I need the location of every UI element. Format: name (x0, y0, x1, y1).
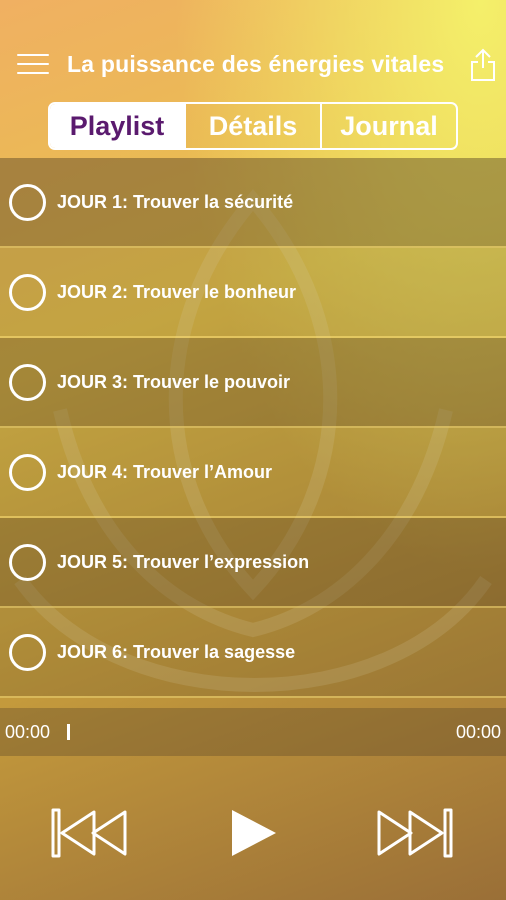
tab-details[interactable]: Détails (184, 104, 320, 148)
play-status-circle-icon (9, 543, 46, 581)
share-icon[interactable] (470, 48, 496, 82)
progress-bar[interactable]: 00:00 00:00 (0, 708, 506, 756)
playlist-item-label: JOUR 2: Trouver le bonheur (57, 281, 297, 302)
playlist-item-label: JOUR 6: Trouver la sagesse (57, 641, 296, 662)
playlist-item-label: JOUR 3: Trouver le pouvoir (57, 371, 291, 392)
tab-playlist[interactable]: Playlist (50, 104, 184, 148)
playlist-item[interactable]: JOUR 4: Trouver l’Amour (0, 428, 506, 518)
playlist-item[interactable]: JOUR 1: Trouver la sécurité (0, 158, 506, 248)
total-time: 00:00 (455, 722, 501, 742)
skip-previous-icon[interactable] (50, 808, 128, 858)
tab-bar: Playlist Détails Journal (48, 102, 458, 150)
playlist-item[interactable]: JOUR 3: Trouver le pouvoir (0, 338, 506, 428)
playlist-item[interactable]: JOUR 2: Trouver le bonheur (0, 248, 506, 338)
playlist-item[interactable]: JOUR 6: Trouver la sagesse (0, 608, 506, 698)
page-title: La puissance des énergies vitales (67, 51, 445, 77)
play-icon[interactable] (230, 808, 278, 858)
elapsed-time: 00:00 (5, 722, 51, 742)
playlist-item-label: JOUR 5: Trouver l’expression (57, 551, 310, 572)
play-status-circle-icon (9, 363, 46, 401)
app-header: La puissance des énergies vitales (0, 0, 506, 100)
skip-next-icon[interactable] (376, 808, 454, 858)
playlist-item-label: JOUR 1: Trouver la sécurité (57, 191, 294, 212)
progress-thumb[interactable] (67, 724, 70, 740)
playlist: JOUR 1: Trouver la sécurité JOUR 2: Trou… (0, 158, 506, 698)
play-status-circle-icon (9, 453, 46, 491)
tab-journal[interactable]: Journal (320, 104, 456, 148)
hamburger-menu-icon[interactable] (17, 52, 49, 76)
play-status-circle-icon (9, 273, 46, 311)
playlist-item[interactable]: JOUR 5: Trouver l’expression (0, 518, 506, 608)
play-status-circle-icon (9, 183, 46, 221)
playlist-item-label: JOUR 4: Trouver l’Amour (57, 461, 273, 482)
play-status-circle-icon (9, 633, 46, 671)
